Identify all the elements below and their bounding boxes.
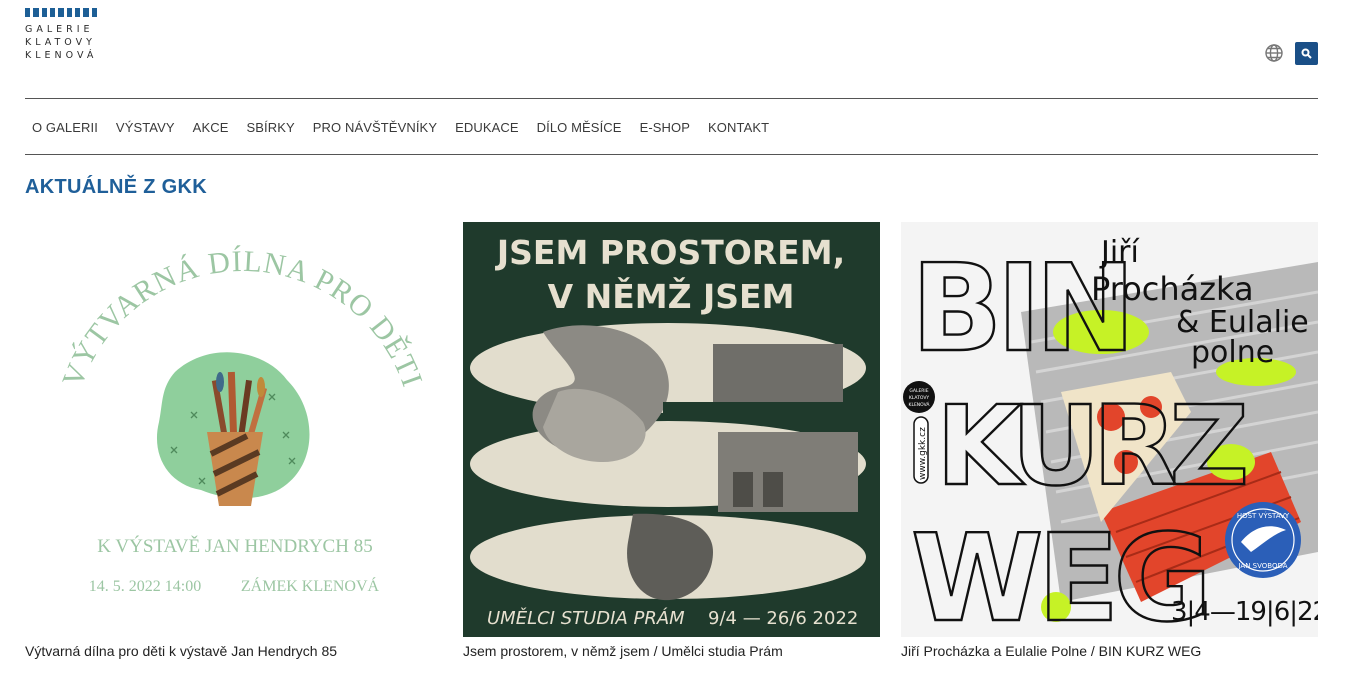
poster-name-1: Jiří — [1099, 235, 1141, 270]
site-header: GALERIE KLATOVY KLENOVÁ — [0, 0, 1360, 100]
poster-name-2: Procházka — [1091, 270, 1254, 308]
poster-url: www.gkk.cz — [918, 427, 928, 480]
nav-item-pro-navstevniky[interactable]: PRO NÁVŠTĚVNÍKY — [313, 120, 437, 135]
poster-big-bin: BIN — [911, 240, 1130, 379]
nav-item-vystavy[interactable]: VÝSTAVY — [116, 120, 175, 135]
guest-line-1: HOST VÝSTAVY — [1237, 511, 1290, 520]
news-card-caption[interactable]: Výtvarná dílna pro děti k výstavě Jan He… — [25, 643, 442, 659]
logo-text: GALERIE KLATOVY KLENOVÁ — [25, 23, 97, 62]
logo-bars — [25, 8, 97, 17]
news-card-workshop[interactable]: VÝTVARNÁ DÍLNA PRO DĚTI K VÝSTAVĚ JAN HE… — [25, 222, 442, 659]
poster-title-1: JSEM PROSTOREM, — [495, 233, 845, 272]
main-navigation: O GALERII VÝSTAVY AKCE SBÍRKY PRO NÁVŠTĚ… — [32, 120, 769, 135]
poster-footer-date: 9/4 — 26/6 2022 — [708, 608, 858, 629]
logo-line-1: GALERIE — [25, 24, 94, 35]
badge-line-2: KLATOVY — [909, 395, 930, 401]
poster-subtitle: K VÝSTAVĚ JAN HENDRYCH 85 — [97, 535, 372, 557]
search-icon — [1301, 48, 1312, 59]
guest-line-2: JAN SVOBODA — [1237, 562, 1287, 570]
logo-line-2: KLATOVY — [25, 37, 96, 48]
news-card-bin-kurz-weg[interactable]: BIN KURZ WEG Jiří Procházka & Eulalie po… — [901, 222, 1318, 659]
nav-divider — [25, 154, 1318, 155]
poster-place: ZÁMEK KLENOVÁ — [241, 576, 380, 595]
poster-dates: 3|4—19|6|22 — [1171, 597, 1318, 627]
header-divider — [25, 98, 1318, 99]
search-button[interactable] — [1295, 42, 1318, 65]
nav-item-o-galerii[interactable]: O GALERII — [32, 120, 98, 135]
news-card-image[interactable]: VÝTVARNÁ DÍLNA PRO DĚTI K VÝSTAVĚ JAN HE… — [25, 222, 442, 637]
nav-item-dilo-mesice[interactable]: DÍLO MĚSÍCE — [537, 120, 622, 135]
poster-footer-name: UMĚLCI STUDIA PRÁM — [487, 607, 685, 629]
nav-item-e-shop[interactable]: E-SHOP — [640, 120, 690, 135]
poster-date: 14. 5. 2022 14:00 — [89, 578, 201, 595]
poster-big-weg: WEG — [911, 510, 1206, 637]
news-card-caption[interactable]: Jsem prostorem, v němž jsem / Umělci stu… — [463, 643, 880, 659]
nav-item-edukace[interactable]: EDUKACE — [455, 120, 519, 135]
logo-line-3: KLENOVÁ — [25, 50, 98, 61]
news-card-caption[interactable]: Jiří Procházka a Eulalie Polne / BIN KUR… — [901, 643, 1318, 659]
globe-icon[interactable] — [1264, 43, 1284, 63]
nav-item-akce[interactable]: AKCE — [193, 120, 229, 135]
nav-item-sbirky[interactable]: SBÍRKY — [246, 120, 294, 135]
news-card-exhibition-pram[interactable]: JSEM PROSTOREM, V NĚMŽ JSEM UMĚLCI STUDI… — [463, 222, 880, 659]
section-title: AKTUÁLNĚ Z GKK — [25, 176, 207, 198]
badge-line-3: KLENOVÁ — [909, 401, 931, 408]
nav-item-kontakt[interactable]: KONTAKT — [708, 120, 769, 135]
poster-title-2: V NĚMŽ JSEM — [548, 276, 795, 316]
badge-line-1: GALERIE — [909, 388, 928, 394]
poster-name-4: polne — [1191, 335, 1274, 370]
poster-big-kurz: KURZ — [936, 382, 1244, 510]
news-card-image[interactable]: BIN KURZ WEG Jiří Procházka & Eulalie po… — [901, 222, 1318, 637]
gallery-logo[interactable]: GALERIE KLATOVY KLENOVÁ — [25, 8, 97, 62]
news-card-image[interactable]: JSEM PROSTOREM, V NĚMŽ JSEM UMĚLCI STUDI… — [463, 222, 880, 637]
